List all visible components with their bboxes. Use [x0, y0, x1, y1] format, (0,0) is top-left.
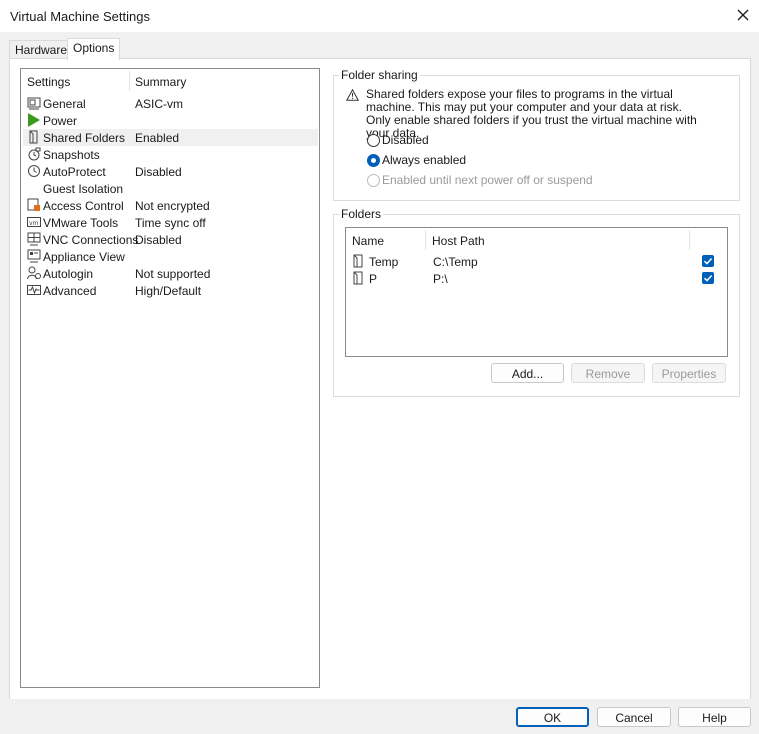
settings-list-header: Settings Summary — [21, 69, 319, 93]
name-column-header[interactable]: Name — [352, 234, 384, 248]
summary-column-header[interactable]: Summary — [135, 75, 186, 89]
radio-enabled-until-power-off: Enabled until next power off or suspend — [367, 173, 627, 189]
settings-item-appliance-view[interactable]: Appliance View — [23, 248, 318, 265]
folder-row[interactable]: Temp C:\Temp — [346, 253, 727, 270]
settings-item-summary: Not encrypted — [135, 199, 210, 213]
vmware-tools-icon: vm — [27, 215, 41, 229]
radio-always-enabled[interactable]: Always enabled — [367, 153, 627, 169]
title-bar: Virtual Machine Settings — [0, 0, 759, 32]
tab-hardware[interactable]: Hardware — [9, 40, 74, 59]
settings-item-summary: Disabled — [135, 165, 182, 179]
folder-row[interactable]: P P:\ — [346, 270, 727, 287]
settings-item-name: General — [43, 97, 86, 111]
ok-button[interactable]: OK — [516, 707, 589, 727]
help-button[interactable]: Help — [678, 707, 751, 727]
autoprotect-icon — [27, 164, 41, 178]
add-folder-button[interactable]: Add... — [491, 363, 564, 383]
settings-item-shared-folders[interactable]: Shared Folders Enabled — [23, 129, 318, 146]
settings-item-guest-isolation[interactable]: Guest Isolation — [23, 180, 318, 197]
folders-title: Folders — [339, 207, 384, 221]
radio-label: Always enabled — [382, 153, 467, 167]
autologin-icon — [27, 266, 41, 280]
folder-enabled-checkbox[interactable] — [702, 272, 714, 284]
general-icon — [27, 96, 41, 110]
settings-item-vnc-connections[interactable]: VNC Connections Disabled — [23, 231, 318, 248]
settings-list[interactable]: Settings Summary General ASIC-vm Power S… — [20, 68, 320, 688]
settings-item-access-control[interactable]: Access Control Not encrypted — [23, 197, 318, 214]
folder-sharing-title: Folder sharing — [339, 68, 420, 82]
settings-item-snapshots[interactable]: Snapshots — [23, 146, 318, 163]
settings-column-header[interactable]: Settings — [27, 75, 70, 89]
settings-item-name: Appliance View — [43, 250, 125, 264]
settings-item-name: Shared Folders — [43, 131, 126, 145]
access-control-icon — [27, 198, 41, 212]
radio-circle[interactable] — [367, 154, 380, 167]
guest-isolation-icon — [27, 181, 41, 195]
settings-item-autoprotect[interactable]: AutoProtect Disabled — [23, 163, 318, 180]
column-divider — [129, 71, 130, 91]
radio-label: Disabled — [382, 133, 429, 147]
remove-folder-button[interactable]: Remove — [571, 363, 645, 383]
settings-item-autologin[interactable]: Autologin Not supported — [23, 265, 318, 282]
folder-name: Temp — [369, 255, 399, 269]
settings-item-summary: Enabled — [135, 131, 180, 145]
settings-item-summary: Time sync off — [135, 216, 206, 230]
settings-item-name: VMware Tools — [43, 216, 119, 230]
settings-item-power[interactable]: Power — [23, 112, 318, 129]
settings-item-name: VNC Connections — [43, 233, 139, 247]
folder-properties-button[interactable]: Properties — [652, 363, 726, 383]
folder-icon — [353, 254, 365, 268]
column-divider — [689, 230, 690, 250]
settings-item-vmware-tools[interactable]: vm VMware Tools Time sync off — [23, 214, 318, 231]
shared-folders-icon — [27, 130, 41, 144]
warning-icon — [345, 88, 360, 101]
settings-item-name: Power — [43, 114, 78, 128]
folder-host-path: P:\ — [433, 272, 448, 286]
column-divider — [425, 230, 426, 250]
radio-circle — [367, 174, 380, 187]
tab-options[interactable]: Options — [67, 38, 121, 60]
settings-item-advanced[interactable]: Advanced High/Default — [23, 282, 318, 299]
settings-item-summary: Not supported — [135, 267, 211, 281]
advanced-icon — [27, 283, 41, 297]
folders-table[interactable]: Name Host Path Temp C:\Temp P P:\ — [345, 227, 728, 357]
settings-item-name: Access Control — [43, 199, 124, 213]
folder-name: P — [369, 272, 378, 286]
settings-item-name: Guest Isolation — [43, 182, 124, 196]
window-title: Virtual Machine Settings — [10, 9, 150, 24]
radio-circle[interactable] — [367, 134, 380, 147]
vnc-connections-icon — [27, 232, 41, 246]
settings-item-general[interactable]: General ASIC-vm — [23, 95, 318, 112]
settings-item-name: Snapshots — [43, 148, 100, 162]
power-icon — [27, 113, 41, 127]
cancel-button[interactable]: Cancel — [597, 707, 671, 727]
radio-label: Enabled until next power off or suspend — [382, 173, 593, 187]
folder-icon — [353, 271, 365, 285]
settings-item-name: AutoProtect — [43, 165, 106, 179]
settings-item-summary: ASIC-vm — [135, 97, 183, 111]
settings-item-name: Advanced — [43, 284, 97, 298]
folder-enabled-checkbox[interactable] — [702, 255, 714, 267]
folder-host-path: C:\Temp — [433, 255, 478, 269]
settings-item-name: Autologin — [43, 267, 94, 281]
close-icon[interactable] — [733, 5, 753, 25]
svg-text:vm: vm — [29, 220, 39, 227]
settings-item-summary: High/Default — [135, 284, 202, 298]
snapshots-icon — [27, 147, 41, 161]
appliance-view-icon — [27, 249, 41, 263]
settings-item-summary: Disabled — [135, 233, 182, 247]
radio-disabled[interactable]: Disabled — [367, 133, 627, 149]
host-path-column-header[interactable]: Host Path — [432, 234, 485, 248]
